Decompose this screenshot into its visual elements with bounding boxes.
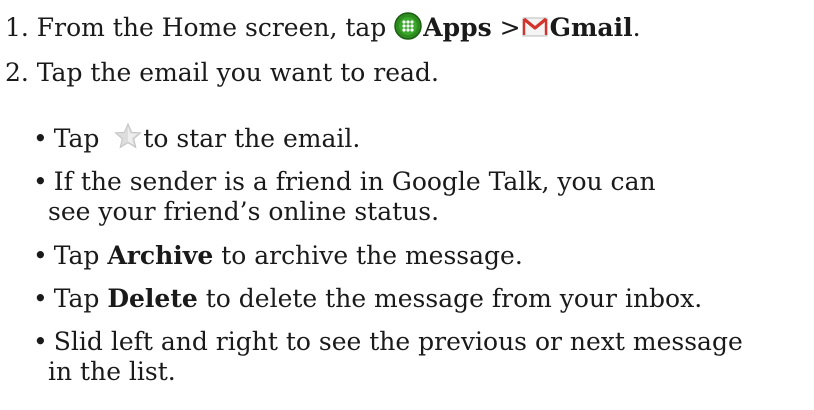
star-icon bbox=[113, 122, 143, 150]
bullet-archive-pre: Tap bbox=[53, 241, 108, 270]
apps-label: Apps bbox=[423, 13, 492, 42]
bullet-delete-pre: Tap bbox=[53, 284, 108, 313]
apps-icon bbox=[394, 12, 423, 40]
bullet-star-post: to star the email. bbox=[143, 124, 361, 153]
bullet-glyph: • bbox=[33, 241, 48, 270]
step-1-separator: > bbox=[491, 13, 521, 42]
bullet-glyph: • bbox=[33, 124, 48, 153]
bullet-delete-post: to delete the message from your inbox. bbox=[197, 284, 703, 313]
step-2: 2. Tap the email you want to read. bbox=[5, 58, 439, 87]
bullet-slide: • Slid left and right to see the previous… bbox=[33, 326, 743, 358]
bullet-slide-line2: in the list. bbox=[48, 357, 176, 386]
instructions-document: 1. From the Home screen, tap Apps > Gmai… bbox=[0, 0, 814, 410]
bullet-glyph: • bbox=[33, 167, 48, 196]
bullet-archive-post: to archive the message. bbox=[213, 241, 523, 270]
step-1-text: 1. From the Home screen, tap bbox=[5, 13, 395, 42]
bullet-slide-line1: Slid left and right to see the previous … bbox=[53, 327, 743, 356]
bullet-glyph: • bbox=[33, 327, 48, 356]
bullet-glyph: • bbox=[33, 284, 48, 313]
bullet-google-talk-line1: If the sender is a friend in Google Talk… bbox=[53, 167, 656, 196]
bullet-archive: • Tap Archive to archive the message. bbox=[33, 240, 523, 272]
gmail-icon bbox=[521, 12, 549, 40]
bullet-delete: • Tap Delete to delete the message from y… bbox=[33, 283, 702, 315]
delete-label: Delete bbox=[107, 284, 198, 313]
bullet-google-talk-line2: see your friend’s online status. bbox=[48, 197, 440, 226]
gmail-label: Gmail bbox=[549, 13, 633, 42]
archive-label: Archive bbox=[107, 241, 214, 270]
bullet-star-pre: Tap bbox=[53, 124, 108, 153]
step-1-end: . bbox=[632, 13, 641, 42]
step-1: 1. From the Home screen, tap Apps > Gmai… bbox=[5, 12, 641, 44]
bullet-star: • Tap to star the email. bbox=[33, 122, 360, 155]
bullet-google-talk: • If the sender is a friend in Google Tal… bbox=[33, 166, 656, 198]
